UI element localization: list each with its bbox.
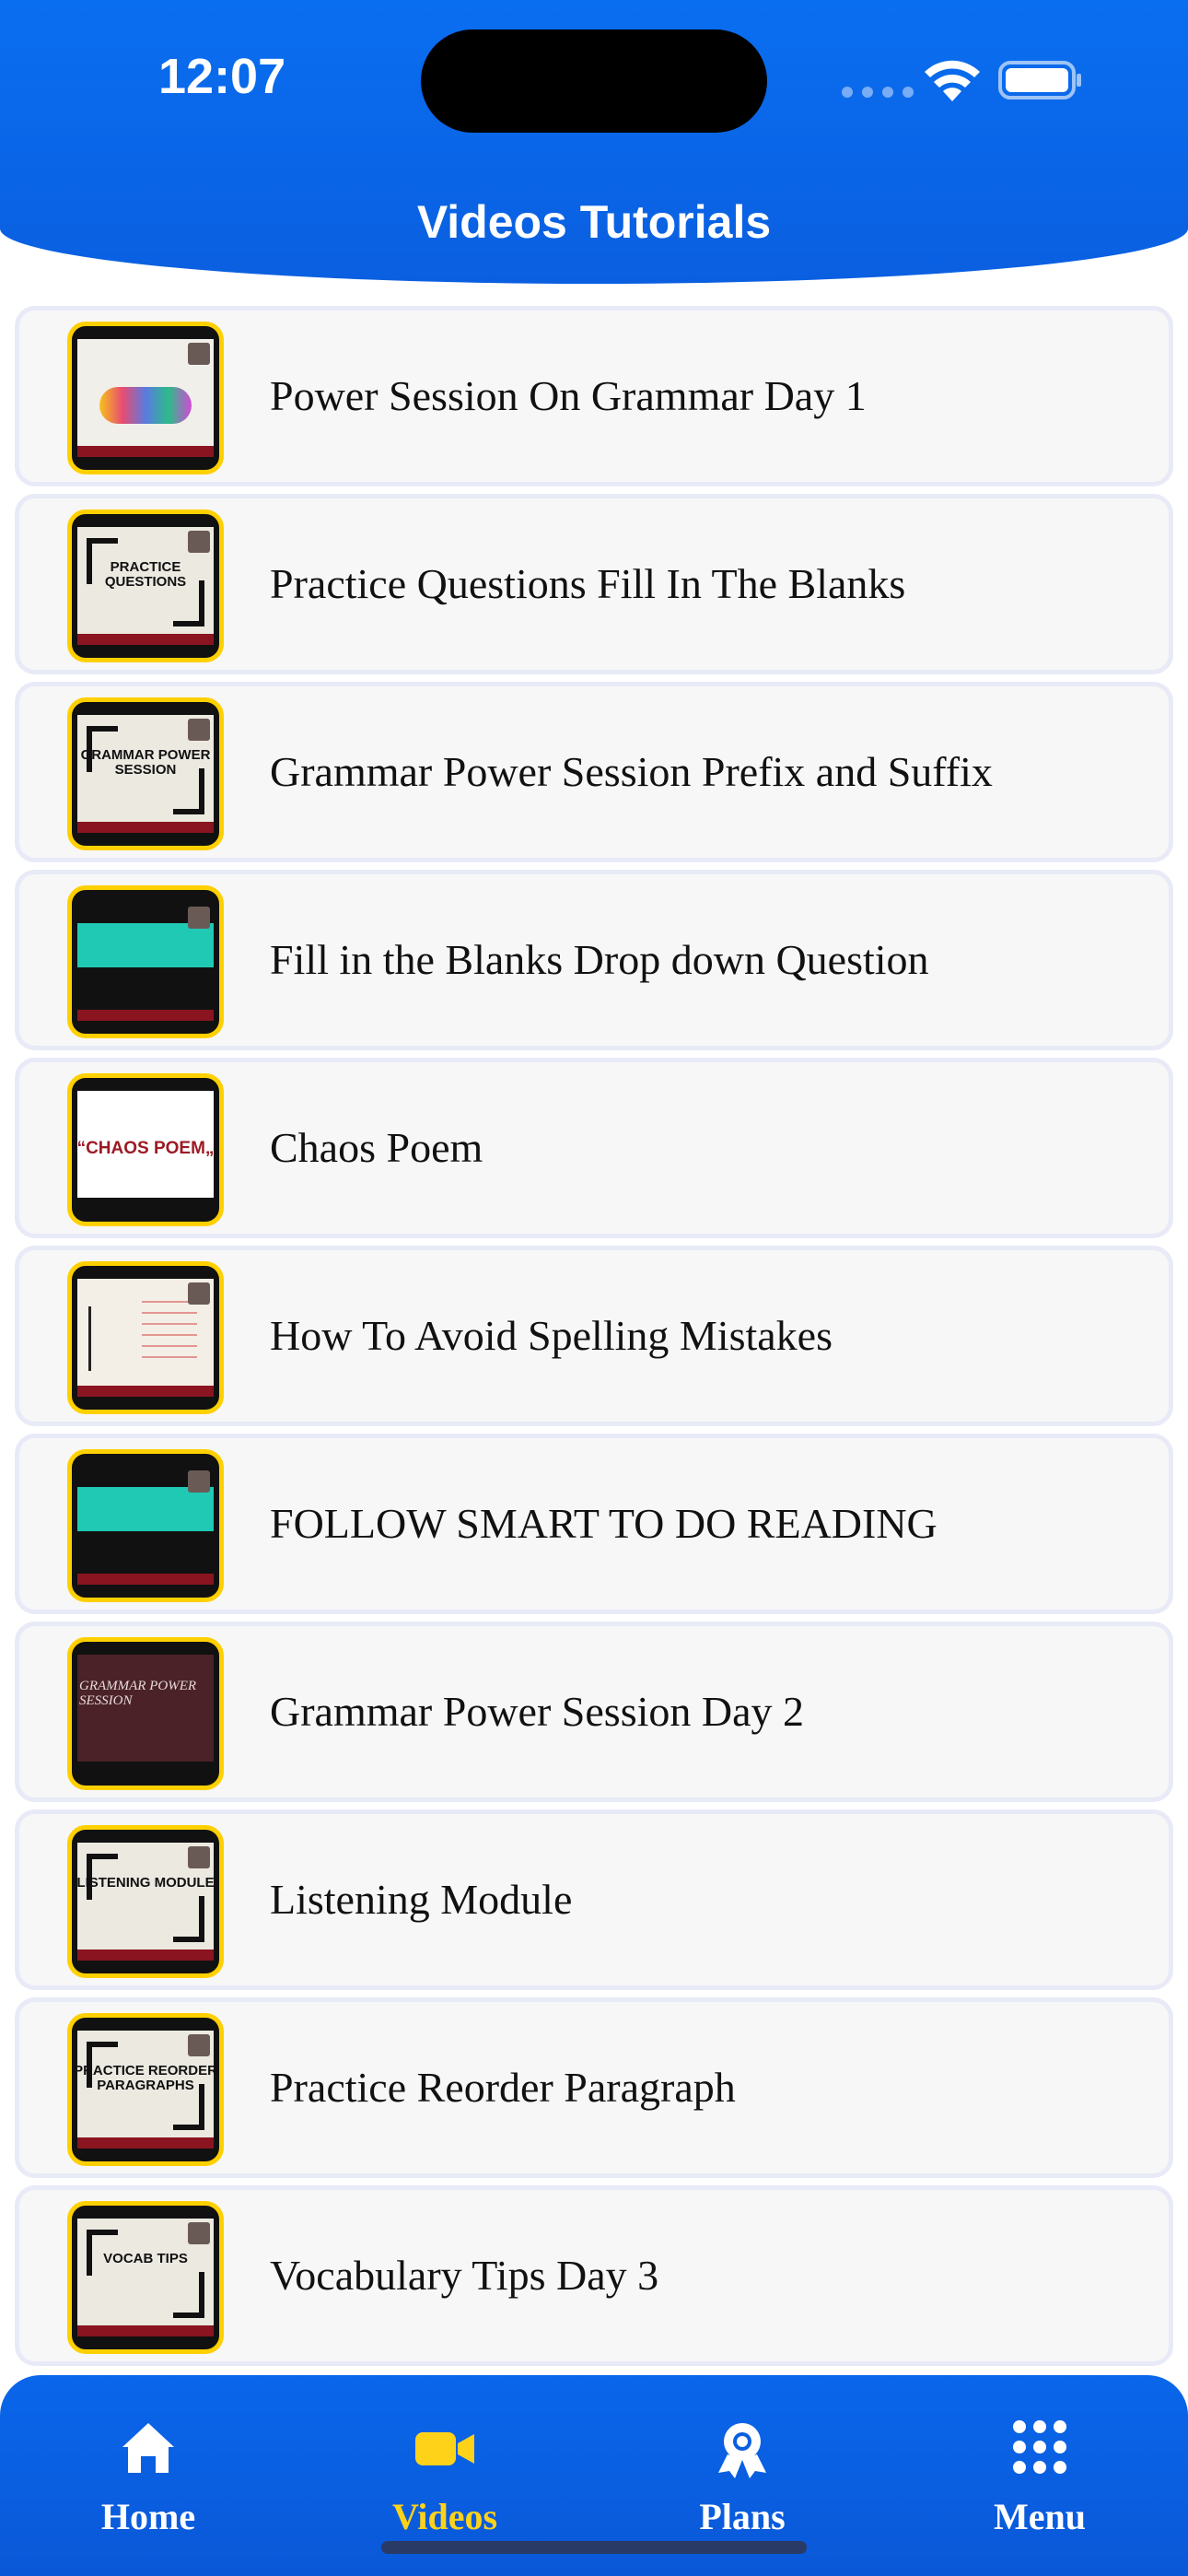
video-title: Listening Module (270, 1876, 573, 1923)
video-thumbnail[interactable]: GRAMMAR POWER SESSION (67, 697, 224, 850)
video-thumbnail[interactable]: PRACTICE REORDER PARAGRAPHS (67, 2013, 224, 2166)
thumbnail-caption: PRACTICE QUESTIONS (104, 559, 187, 590)
video-thumbnail[interactable] (67, 885, 224, 1038)
video-thumbnail[interactable]: VOCAB TIPS (67, 2201, 224, 2354)
tab-videos-label: Videos (391, 2496, 498, 2537)
video-title: FOLLOW SMART TO DO READING (270, 1500, 938, 1547)
video-title: Grammar Power Session Day 2 (270, 1688, 805, 1735)
video-title: Power Session On Grammar Day 1 (270, 372, 867, 419)
video-title: Grammar Power Session Prefix and Suffix (270, 748, 993, 795)
tab-home[interactable]: Home (0, 2375, 297, 2576)
video-list-item[interactable]: PRACTICE REORDER PARAGRAPHS Practice Reo… (15, 1997, 1173, 2178)
page-title: Videos Tutorials (416, 196, 772, 248)
video-thumbnail[interactable] (67, 322, 224, 474)
tab-home-label: Home (100, 2496, 196, 2537)
video-thumbnail[interactable]: PRACTICE QUESTIONS (67, 509, 224, 662)
video-list-item[interactable]: “CHAOS POEM„ Chaos Poem (15, 1058, 1173, 1238)
video-list-item[interactable]: GRAMMAR POWER SESSION Grammar Power Sess… (15, 682, 1173, 862)
video-title: Practice Reorder Paragraph (270, 2064, 736, 2111)
thumbnail-caption: “CHAOS POEM„ (76, 1139, 215, 1158)
wifi-icon (925, 60, 980, 101)
video-title: How To Avoid Spelling Mistakes (270, 1312, 833, 1359)
video-list-item[interactable]: LISTENING MODULE Listening Module (15, 1809, 1173, 1990)
video-list-item[interactable]: Fill in the Blanks Drop down Question (15, 870, 1173, 1050)
video-title: Fill in the Blanks Drop down Question (270, 936, 929, 983)
dynamic-island (421, 29, 767, 133)
award-badge-icon (718, 2423, 766, 2478)
video-title: Chaos Poem (270, 1124, 483, 1171)
thumbnail-caption: GRAMMAR POWER SESSION (79, 1679, 197, 1708)
status-time: 12:07 (158, 49, 286, 104)
app-header: 12:07 Videos Tutorials (0, 0, 1188, 284)
video-thumbnail[interactable]: LISTENING MODULE (67, 1825, 224, 1978)
video-list-item[interactable]: VOCAB TIPS Vocabulary Tips Day 3 (15, 2185, 1173, 2366)
video-list-item[interactable]: GRAMMAR POWER SESSION Grammar Power Sess… (15, 1622, 1173, 1802)
tab-plans-label: Plans (699, 2496, 786, 2537)
video-thumbnail[interactable]: “CHAOS POEM„ (67, 1073, 224, 1226)
video-thumbnail[interactable] (67, 1261, 224, 1414)
video-thumbnail[interactable]: GRAMMAR POWER SESSION (67, 1637, 224, 1790)
home-icon (122, 2423, 174, 2473)
battery-icon (998, 61, 1081, 100)
video-list: Power Session On Grammar Day 1 PRACTICE … (15, 306, 1173, 2373)
video-thumbnail[interactable] (67, 1449, 224, 1602)
thumbnail-caption: PRACTICE REORDER PARAGRAPHS (74, 2063, 217, 2093)
video-camera-icon (415, 2432, 474, 2465)
cellular-signal-icon (842, 87, 914, 98)
video-list-item[interactable]: Power Session On Grammar Day 1 (15, 306, 1173, 486)
grid-menu-icon (1013, 2420, 1066, 2474)
video-list-item[interactable]: How To Avoid Spelling Mistakes (15, 1246, 1173, 1426)
video-list-item[interactable]: PRACTICE QUESTIONS Practice Questions Fi… (15, 494, 1173, 674)
tab-menu-label: Menu (994, 2496, 1086, 2537)
video-title: Vocabulary Tips Day 3 (270, 2252, 659, 2299)
thumbnail-caption: LISTENING MODULE (76, 1875, 215, 1891)
thumbnail-caption: VOCAB TIPS (103, 2251, 188, 2266)
video-title: Practice Questions Fill In The Blanks (270, 560, 906, 607)
home-indicator[interactable] (381, 2541, 807, 2554)
thumbnail-caption: GRAMMAR POWER SESSION (80, 747, 211, 778)
tab-menu[interactable]: Menu (891, 2375, 1188, 2576)
video-list-item[interactable]: FOLLOW SMART TO DO READING (15, 1434, 1173, 1614)
